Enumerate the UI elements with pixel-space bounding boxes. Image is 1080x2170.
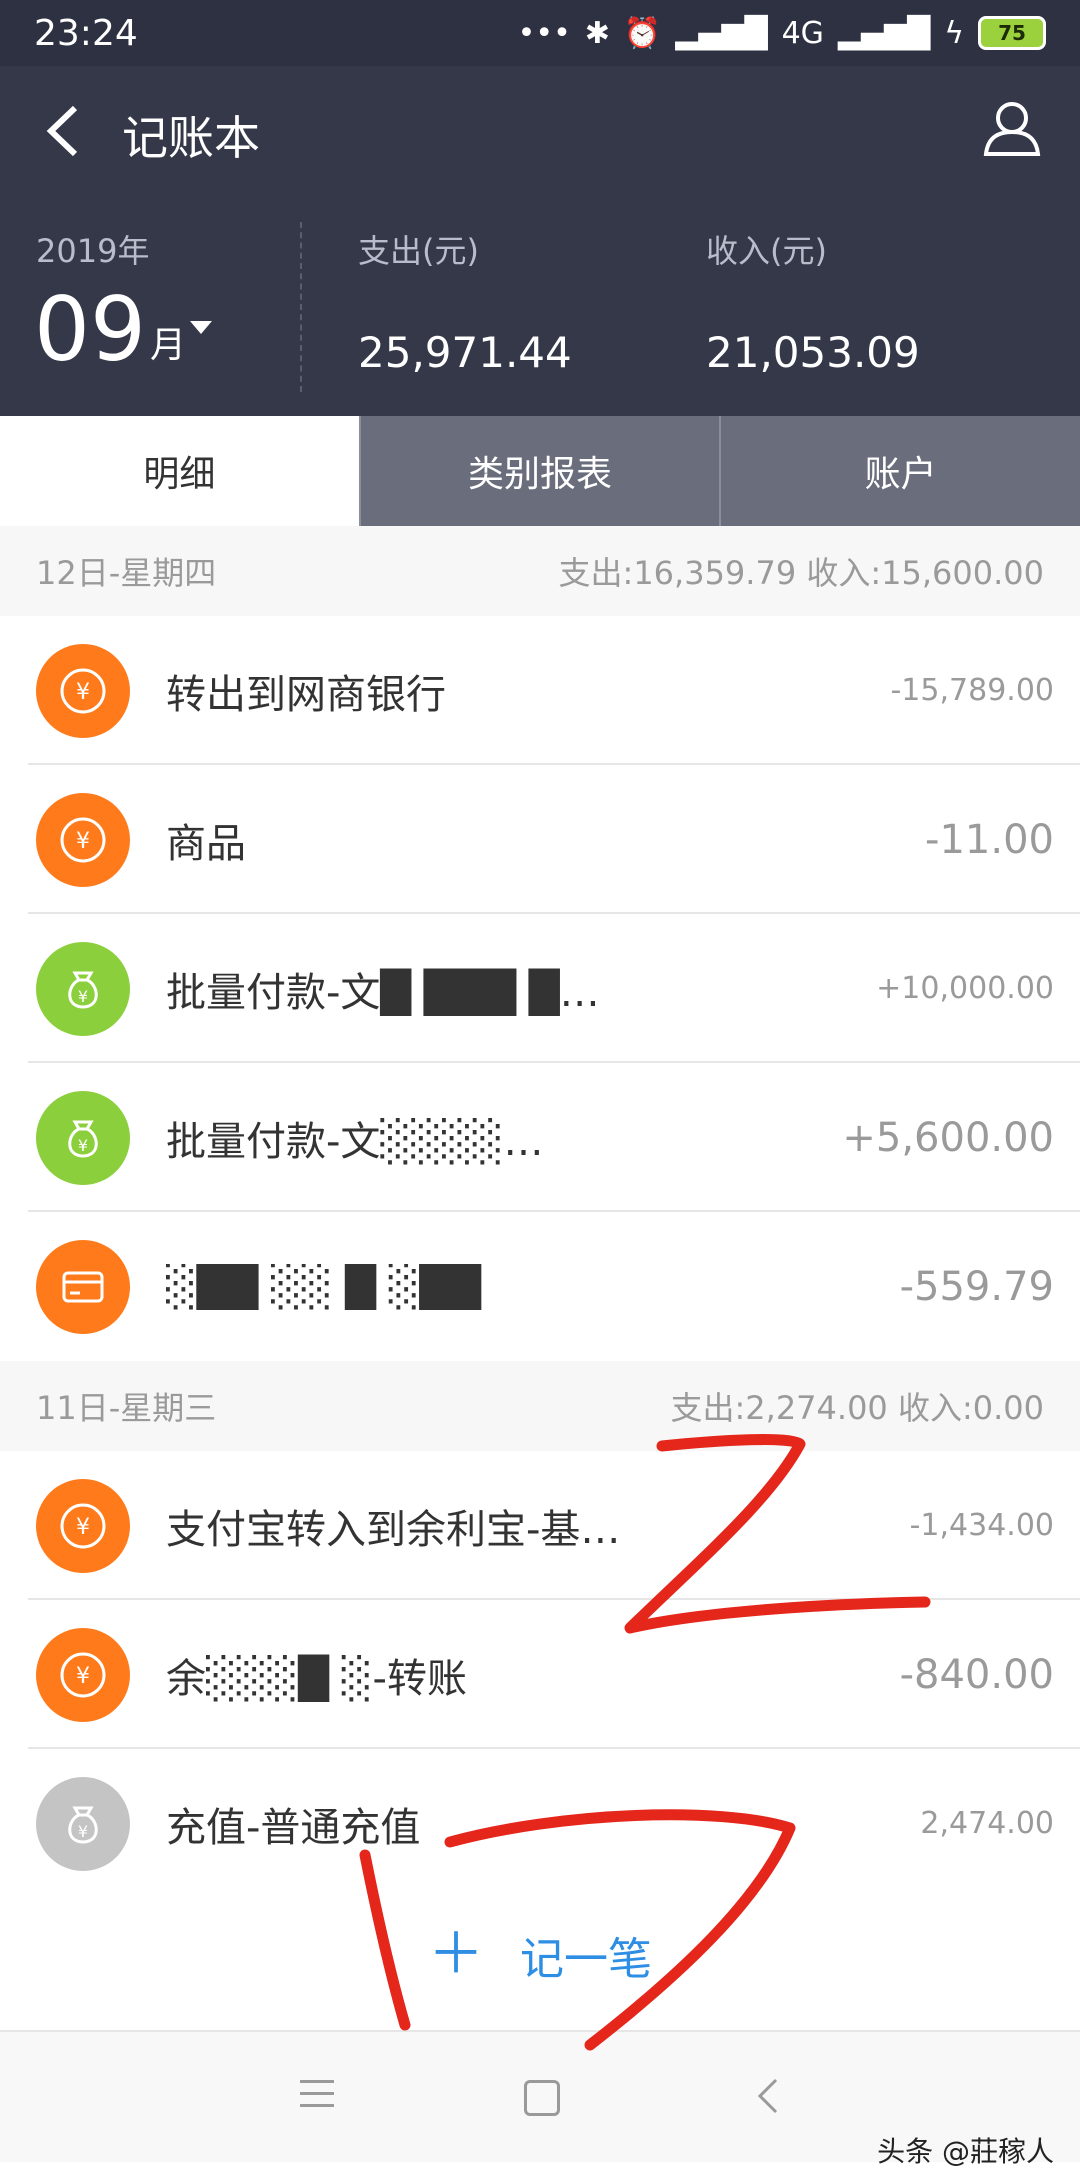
svg-text:¥: ¥ xyxy=(78,1136,88,1155)
watermark: 头条 @莊稼人 xyxy=(877,2135,1054,2168)
day-date: 12日-星期四 xyxy=(36,554,217,592)
user-icon xyxy=(983,102,1041,156)
add-record-button[interactable]: ＋ 记一笔 xyxy=(0,1880,1080,2030)
item-label: 商品 xyxy=(166,820,246,867)
list-item[interactable]: ░██ ░░ █ ░██ -559.79 xyxy=(0,1212,1080,1361)
status-time: 23:24 xyxy=(34,12,138,54)
expense-value: 25,971.44 xyxy=(358,328,572,377)
expense-label: 支出(元) xyxy=(358,232,479,270)
item-label: 支付宝转入到余利宝-基… xyxy=(166,1506,621,1553)
list-item[interactable]: ¥ 商品 -11.00 xyxy=(0,765,1080,914)
list-item[interactable]: ¥ 充值-普通充值 2,474.00 xyxy=(0,1749,1080,1898)
svg-text:¥: ¥ xyxy=(78,987,88,1006)
signal-icon-2: ▂▄▆█ xyxy=(837,15,931,51)
item-amount: 2,474.00 xyxy=(920,1806,1054,1841)
day-date: 11日-星期三 xyxy=(36,1389,217,1427)
day-summary: 支出:16,359.79 收入:15,600.00 xyxy=(558,554,1044,592)
item-amount: +10,000.00 xyxy=(876,971,1054,1006)
yuan-coin-icon: ¥ xyxy=(36,643,130,738)
item-label: 批量付款-文░░░░… xyxy=(166,1118,544,1165)
income-label: 收入(元) xyxy=(706,232,827,270)
home-icon[interactable] xyxy=(524,2080,560,2116)
plus-icon: ＋ xyxy=(428,1922,484,1987)
profile-button[interactable] xyxy=(980,96,1044,160)
money-bag-icon: ¥ xyxy=(36,1776,130,1871)
month-picker[interactable]: 09 月 xyxy=(34,286,212,374)
chevron-left-icon xyxy=(46,105,78,157)
caret-down-icon xyxy=(190,321,212,334)
day-summary: 支出:2,274.00 收入:0.00 xyxy=(670,1389,1045,1427)
yuan-coin-icon: ¥ xyxy=(36,1478,130,1573)
svg-text:¥: ¥ xyxy=(78,1822,88,1841)
svg-text:¥: ¥ xyxy=(76,829,90,854)
item-amount: -11.00 xyxy=(925,816,1054,863)
list-item[interactable]: ¥ 余░░░█ ░-转账 -840.00 xyxy=(0,1600,1080,1749)
nav-bar: 记账本 xyxy=(0,66,1080,196)
item-amount: -15,789.00 xyxy=(890,673,1054,708)
month-summary: 2019年 09 月 支出(元) 25,971.44 收入(元) 21,053.… xyxy=(0,222,1080,406)
income-summary: 收入(元) 21,053.09 xyxy=(706,226,920,377)
svg-text:¥: ¥ xyxy=(76,680,90,705)
tab-details[interactable]: 明细 xyxy=(0,416,359,526)
bluetooth-icon: ✱ xyxy=(584,15,610,51)
item-amount: -840.00 xyxy=(899,1651,1054,1698)
more-dots-icon: ••• xyxy=(517,15,571,51)
svg-text:¥: ¥ xyxy=(76,1515,90,1540)
page-title: 记账本 xyxy=(122,111,260,165)
tab-category-report[interactable]: 类别报表 xyxy=(358,416,720,526)
bank-card-icon xyxy=(36,1239,130,1334)
network-type: 4G xyxy=(781,15,824,51)
year-label: 2019年 xyxy=(36,232,150,270)
day-header: 12日-星期四 支出:16,359.79 收入:15,600.00 xyxy=(0,526,1080,616)
transaction-list: 12日-星期四 支出:16,359.79 收入:15,600.00 ¥ 转出到网… xyxy=(0,526,1080,1898)
alarm-icon: ⏰ xyxy=(623,15,662,51)
svg-text:¥: ¥ xyxy=(76,1664,90,1689)
item-amount: +5,600.00 xyxy=(842,1114,1054,1161)
list-item[interactable]: ¥ 批量付款-文░░░░… +5,600.00 xyxy=(0,1063,1080,1212)
status-bar: 23:24 ••• ✱ ⏰ ▂▄▆█ 4G ▂▄▆█ ϟ 75 xyxy=(0,0,1080,66)
day-header: 11日-星期三 支出:2,274.00 收入:0.00 xyxy=(0,1361,1080,1451)
list-item[interactable]: ¥ 批量付款-文█ ███ █… +10,000.00 xyxy=(0,914,1080,1063)
yuan-coin-icon: ¥ xyxy=(36,792,130,887)
app-header: 记账本 2019年 09 月 支出(元) 25,971.44 收入(元) 21,… xyxy=(0,66,1080,416)
list-item[interactable]: ¥ 支付宝转入到余利宝-基… -1,434.00 xyxy=(0,1451,1080,1600)
item-amount: -1,434.00 xyxy=(909,1508,1054,1543)
tab-accounts[interactable]: 账户 xyxy=(719,416,1080,526)
month-unit: 月 xyxy=(149,325,186,366)
item-label: 批量付款-文█ ███ █… xyxy=(166,969,600,1016)
yuan-coin-icon: ¥ xyxy=(36,1627,130,1722)
item-label: 余░░░█ ░-转账 xyxy=(166,1655,467,1702)
status-icons: ••• ✱ ⏰ ▂▄▆█ 4G ▂▄▆█ ϟ 75 xyxy=(518,16,1046,51)
back-button[interactable] xyxy=(30,94,94,168)
expense-summary: 支出(元) 25,971.44 xyxy=(358,226,572,377)
month-value: 09 xyxy=(34,278,146,381)
back-icon[interactable] xyxy=(756,2076,780,2116)
item-amount: -559.79 xyxy=(899,1263,1054,1310)
charging-icon: ϟ xyxy=(944,15,964,51)
signal-icon: ▂▄▆█ xyxy=(675,15,768,51)
item-label: 充值-普通充值 xyxy=(166,1804,421,1851)
menu-icon[interactable] xyxy=(300,2080,334,2116)
money-bag-icon: ¥ xyxy=(36,941,130,1036)
income-value: 21,053.09 xyxy=(706,328,920,377)
summary-divider xyxy=(300,222,302,392)
list-item[interactable]: ¥ 转出到网商银行 -15,789.00 xyxy=(0,616,1080,765)
tab-bar: 明细 类别报表 账户 xyxy=(0,416,1080,526)
item-label: 转出到网商银行 xyxy=(166,671,446,718)
item-label: ░██ ░░ █ ░██ xyxy=(166,1263,481,1310)
add-record-label: 记一笔 xyxy=(520,1934,652,1985)
battery-icon: 75 xyxy=(978,16,1046,50)
money-bag-icon: ¥ xyxy=(36,1090,130,1185)
